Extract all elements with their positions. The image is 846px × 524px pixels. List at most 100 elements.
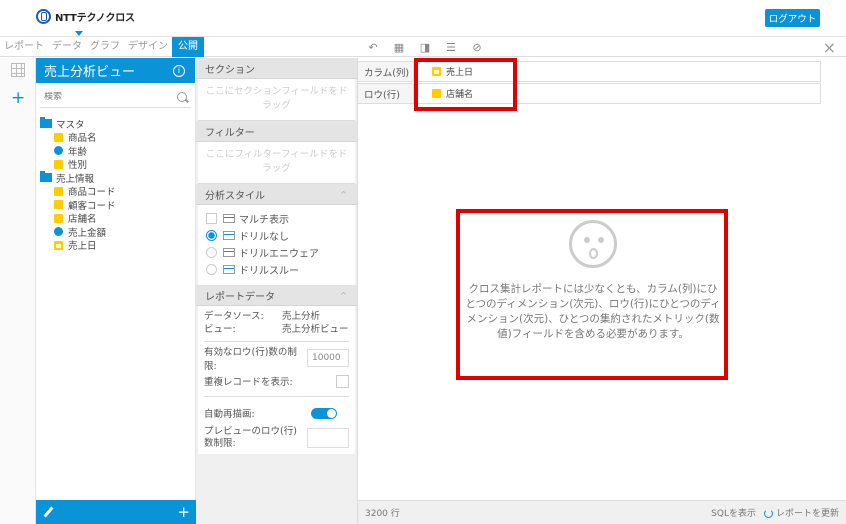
datasource-key: データソース: bbox=[204, 311, 264, 322]
calendar-icon bbox=[54, 240, 63, 250]
refresh-report-link[interactable]: レポートを更新 bbox=[763, 506, 839, 519]
filter-header: フィルター bbox=[196, 121, 357, 142]
layout-icon[interactable]: ◨ bbox=[418, 40, 432, 54]
show-sql-link[interactable]: SQLを表示 bbox=[711, 506, 756, 519]
chevron-up-icon[interactable]: ^ bbox=[340, 190, 347, 199]
settings-panel: セクション ここにセクションフィールドをドラッグ フィルター ここにフィルターフ… bbox=[196, 58, 358, 524]
section-drop-zone[interactable]: ここにセクションフィールドをドラッグ bbox=[198, 79, 355, 121]
rows-label: ロウ(行) bbox=[358, 84, 414, 103]
view-header: 売上分析ビュー i bbox=[36, 58, 195, 83]
folder-label: 売上情報 bbox=[56, 173, 95, 185]
drill-anywhere-radio[interactable] bbox=[206, 247, 217, 258]
active-tab-marker bbox=[75, 31, 83, 36]
multi-checkbox[interactable] bbox=[206, 213, 217, 224]
tab-data[interactable]: データ bbox=[48, 37, 86, 57]
field-label: 商品コード bbox=[68, 187, 116, 199]
field-product-name[interactable]: 商品名 bbox=[40, 131, 195, 144]
logo-icon bbox=[36, 9, 51, 24]
row-limit-input[interactable] bbox=[307, 349, 349, 367]
search-box bbox=[40, 86, 191, 108]
surprised-face-icon bbox=[569, 220, 617, 268]
eye bbox=[598, 237, 604, 243]
auto-redraw-label: 自動再描画: bbox=[204, 409, 255, 420]
duplicate-row: 重複レコードを表示: bbox=[204, 371, 349, 391]
tab-report[interactable]: レポート bbox=[0, 37, 48, 57]
no-drill-radio[interactable] bbox=[206, 230, 217, 241]
table-icon[interactable]: ▦ bbox=[392, 40, 406, 54]
view-row: ビュー: 売上分析ビュー bbox=[204, 323, 349, 336]
datasource-row: データソース: 売上分析 bbox=[204, 310, 349, 323]
search-icon[interactable] bbox=[177, 91, 187, 102]
tab-design[interactable]: デザイン bbox=[124, 37, 172, 57]
style-header[interactable]: 分析スタイル ^ bbox=[196, 184, 357, 205]
preview-rows-input[interactable] bbox=[307, 428, 349, 448]
field-gender[interactable]: 性別 bbox=[40, 158, 195, 171]
eye bbox=[584, 237, 590, 243]
option-label: ドリルスルー bbox=[239, 266, 299, 277]
no-icon[interactable]: ⊘ bbox=[470, 40, 484, 54]
info-icon[interactable]: i bbox=[173, 64, 185, 77]
field-sales-amount[interactable]: 売上金額 bbox=[40, 225, 195, 239]
grid-icon[interactable] bbox=[11, 63, 25, 77]
option-drill-through[interactable]: ドリルスルー bbox=[206, 261, 347, 278]
field-customer-code[interactable]: 顧客コード bbox=[40, 198, 195, 212]
folder-icon bbox=[40, 171, 52, 183]
field-label: 年齢 bbox=[68, 146, 88, 158]
refresh-label: レポートを更新 bbox=[775, 509, 839, 519]
undo-icon[interactable]: ↶ bbox=[366, 40, 380, 54]
filter-label: フィルター bbox=[205, 127, 255, 139]
divider bbox=[204, 341, 349, 342]
drill-through-radio[interactable] bbox=[206, 264, 217, 275]
multi-icon bbox=[223, 214, 235, 223]
option-drill-anywhere[interactable]: ドリルエニウェア bbox=[206, 244, 347, 261]
style-options: マルチ表示 ドリルなし ドリルエニウェア ドリルスルー bbox=[198, 205, 355, 285]
left-gutter: + bbox=[0, 58, 36, 524]
chevron-up-icon[interactable]: ^ bbox=[340, 291, 347, 300]
add-view-icon[interactable]: + bbox=[11, 90, 25, 107]
option-label: ドリルなし bbox=[239, 232, 289, 243]
logout-button[interactable]: ログアウト bbox=[765, 9, 820, 27]
folder-sales[interactable]: 売上情報 bbox=[40, 171, 195, 185]
close-icon[interactable]: × bbox=[823, 38, 836, 57]
field-label: 売上金額 bbox=[68, 227, 107, 239]
list-icon[interactable]: ☰ bbox=[444, 40, 458, 54]
field-age[interactable]: 年齢 bbox=[40, 144, 195, 158]
dimension-icon bbox=[54, 186, 63, 196]
tab-graph[interactable]: グラフ bbox=[86, 37, 124, 57]
style-label: 分析スタイル bbox=[205, 190, 265, 202]
filter-drop-zone[interactable]: ここにフィルターフィールドをドラッグ bbox=[198, 142, 355, 184]
search-input[interactable] bbox=[44, 91, 154, 102]
datasource-value: 売上分析 bbox=[282, 311, 321, 322]
logo-text: NTTテクノクロス bbox=[55, 13, 135, 24]
field-sales-date[interactable]: 売上日 bbox=[40, 239, 195, 253]
pencil-icon[interactable] bbox=[42, 506, 54, 518]
field-label: 店舗名 bbox=[68, 214, 97, 226]
row-count: 3200 行 bbox=[365, 509, 400, 519]
empty-message: クロス集計レポートには少なくとも、カラム(列)にひとつのディメンション(次元)、… bbox=[465, 283, 721, 340]
option-multi[interactable]: マルチ表示 bbox=[206, 210, 347, 227]
dimension-icon bbox=[54, 213, 63, 223]
folder-master[interactable]: マスタ bbox=[40, 117, 195, 131]
auto-redraw-row: 自動再描画: bbox=[204, 403, 349, 423]
metric-icon bbox=[54, 146, 63, 156]
view-key: ビュー: bbox=[204, 324, 236, 335]
field-label: 顧客コード bbox=[68, 200, 116, 212]
option-label: ドリルエニウェア bbox=[239, 249, 319, 260]
refresh-icon bbox=[763, 509, 773, 518]
metric-icon bbox=[54, 227, 63, 237]
view-value: 売上分析ビュー bbox=[282, 324, 349, 335]
tab-publish[interactable]: 公開 bbox=[172, 37, 204, 57]
empty-state: クロス集計レポートには少なくとも、カラム(列)にひとつのディメンション(次元)、… bbox=[460, 210, 726, 378]
toolbar: ↶ ▦ ◨ ☰ ⊘ bbox=[366, 37, 484, 57]
duplicate-checkbox[interactable] bbox=[336, 374, 349, 388]
add-icon[interactable]: + bbox=[177, 504, 190, 520]
option-no-drill[interactable]: ドリルなし bbox=[206, 227, 347, 244]
preview-rows-label: プレビューのロウ(行)数制限: bbox=[204, 426, 297, 449]
report-data-header[interactable]: レポートデータ ^ bbox=[196, 285, 357, 306]
folder-icon bbox=[40, 117, 52, 129]
field-product-code[interactable]: 商品コード bbox=[40, 185, 195, 199]
field-store-name[interactable]: 店舗名 bbox=[40, 212, 195, 226]
divider bbox=[204, 396, 349, 397]
auto-redraw-toggle[interactable] bbox=[311, 407, 337, 419]
field-label: 売上日 bbox=[68, 241, 97, 253]
